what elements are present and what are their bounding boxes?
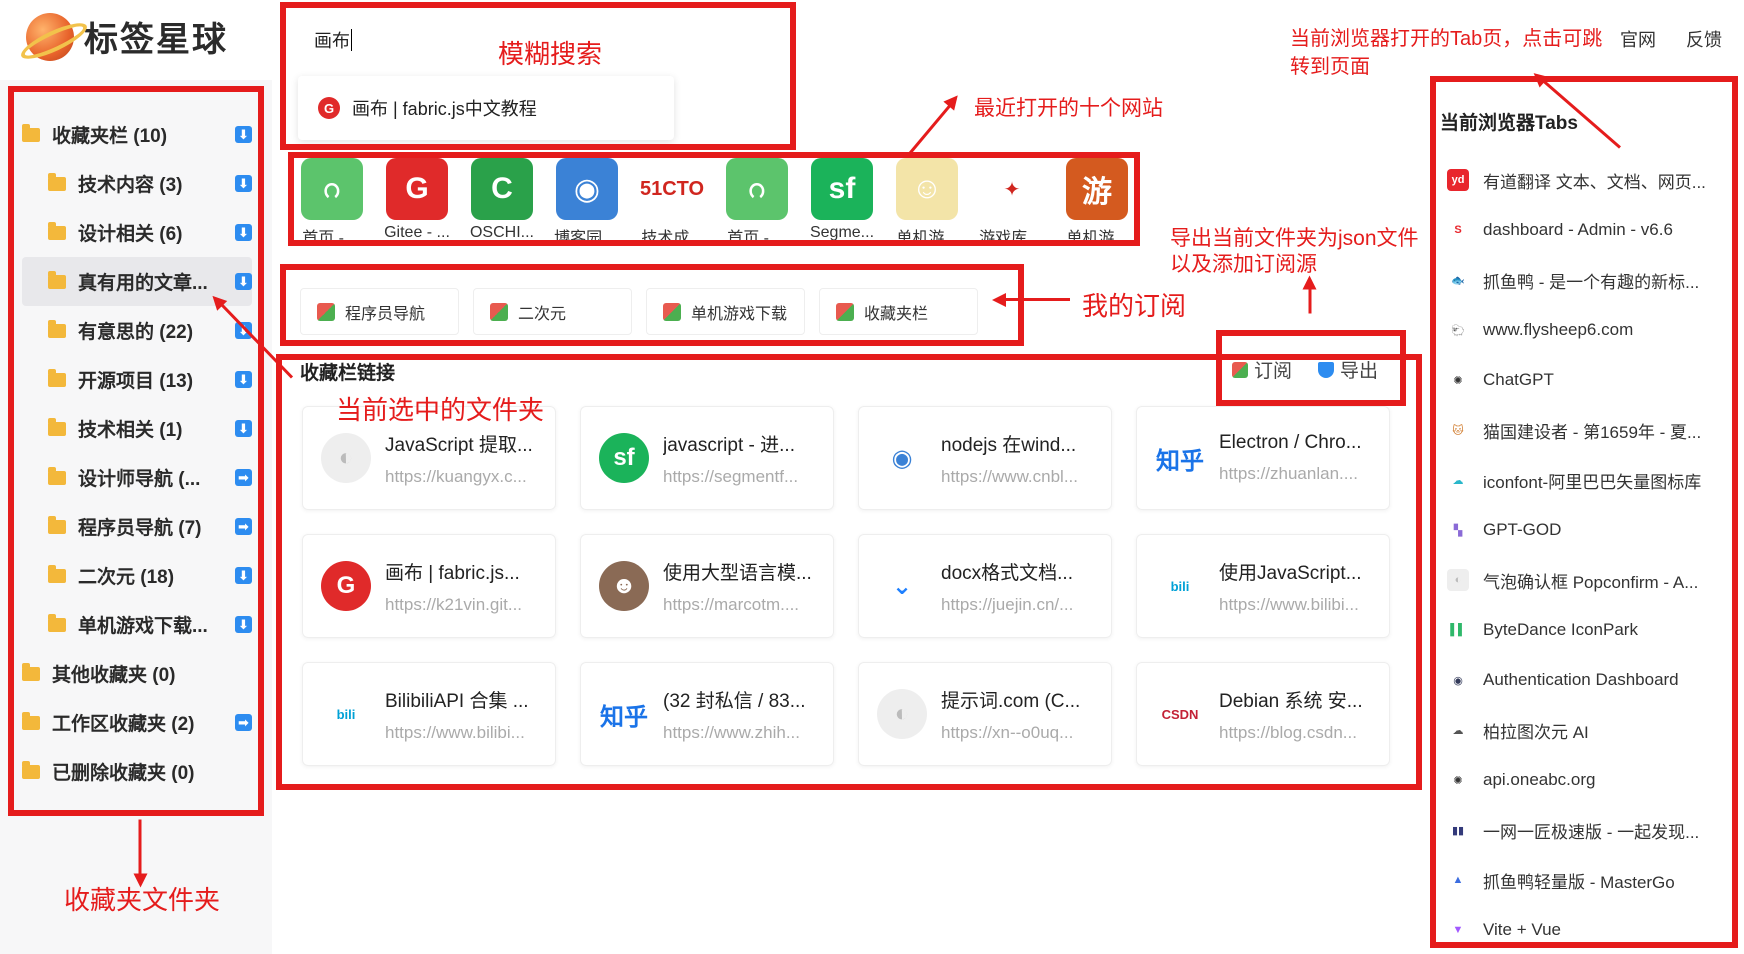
arrow-export: [1308, 279, 1312, 314]
annotation-export-tip-2: 以及添加订阅源: [1170, 253, 1317, 276]
annotation-box-subs: [280, 264, 1024, 346]
annotation-box-recent: [288, 152, 1140, 246]
arrow-favorites: [138, 819, 142, 884]
annotation-box-folders: [8, 86, 264, 816]
annotation-fuzzy-search: 模糊搜索: [498, 39, 603, 69]
annotation-recent-ten: 最近打开的十个网站: [974, 97, 1163, 120]
feedback-link[interactable]: 反馈: [1686, 26, 1722, 52]
annotation-tabs-tip-1: 当前浏览器打开的Tab页，点击可跳: [1290, 28, 1603, 50]
annotation-current-folder: 当前选中的文件夹: [336, 395, 545, 425]
official-site-link[interactable]: 官网: [1620, 26, 1656, 52]
arrow-subs: [996, 298, 1070, 301]
planet-logo-icon: [26, 12, 74, 61]
logo[interactable]: 标签星球: [26, 12, 228, 61]
annotation-box-tabs: [1430, 76, 1738, 948]
annotation-tabs-tip-2: 转到页面: [1290, 56, 1370, 78]
app-name: 标签星球: [84, 21, 228, 59]
annotation-box-search: [280, 2, 796, 150]
arrow-recent: [906, 97, 957, 157]
annotation-my-subs: 我的订阅: [1082, 291, 1187, 321]
app-root: 标签星球 收藏夹栏 (10) ⬇ 技术内容 (3) ⬇ 设计相关 (6) ⬇ 真有用的文章.…: [0, 0, 1744, 954]
top-links: 官网 反馈: [1620, 26, 1722, 52]
